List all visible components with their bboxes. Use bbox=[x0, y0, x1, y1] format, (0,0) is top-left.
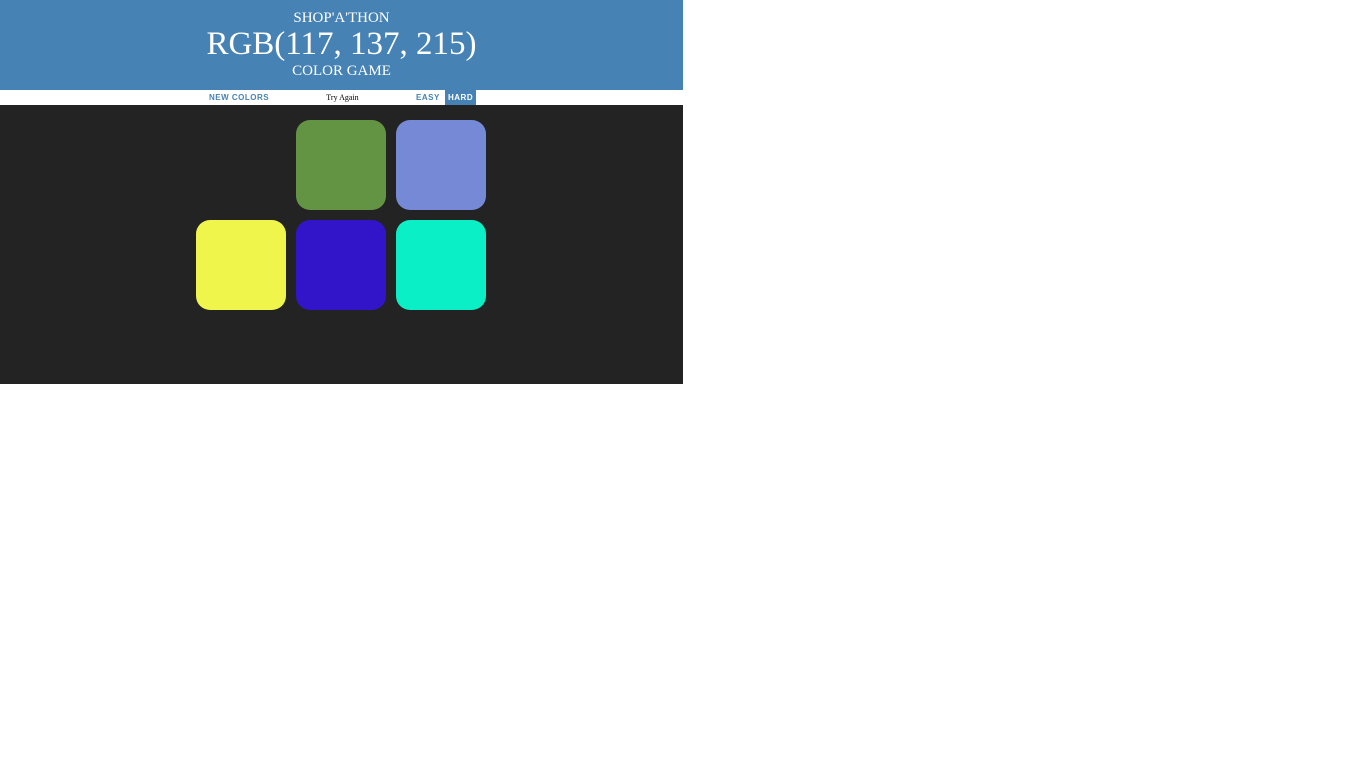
color-square[interactable] bbox=[196, 120, 286, 210]
hard-mode-button[interactable]: HARD bbox=[445, 90, 477, 105]
header: SHOP'A'THON RGB(117, 137, 215) COLOR GAM… bbox=[0, 0, 683, 90]
header-subtitle: COLOR GAME bbox=[292, 63, 391, 79]
easy-mode-button[interactable]: EASY bbox=[413, 90, 443, 105]
color-square[interactable] bbox=[396, 120, 486, 210]
color-square[interactable] bbox=[396, 220, 486, 310]
color-square[interactable] bbox=[296, 220, 386, 310]
color-grid bbox=[191, 115, 491, 315]
color-square[interactable] bbox=[196, 220, 286, 310]
control-stripe: NEW COLORS Try Again EASY HARD bbox=[0, 90, 683, 105]
color-square[interactable] bbox=[296, 120, 386, 210]
new-colors-button[interactable]: NEW COLORS bbox=[206, 90, 272, 105]
color-game-app: SHOP'A'THON RGB(117, 137, 215) COLOR GAM… bbox=[0, 0, 683, 384]
rgb-display: RGB(117, 137, 215) bbox=[206, 26, 477, 62]
message-text: Try Again bbox=[326, 93, 359, 102]
